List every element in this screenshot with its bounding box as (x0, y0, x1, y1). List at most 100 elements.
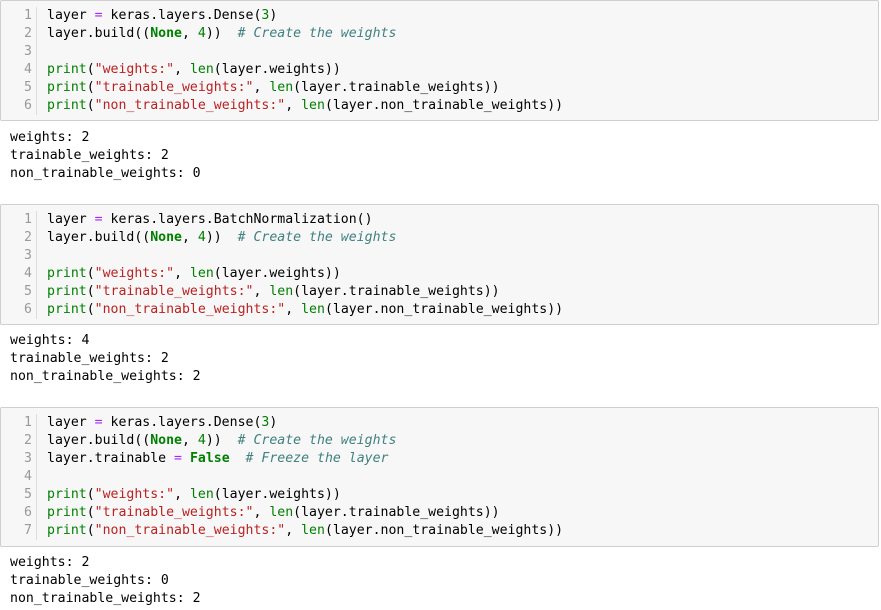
code-token: , (253, 80, 270, 95)
output-line: trainable_weights: 2 (10, 148, 169, 163)
cell-output: weights: 4 trainable_weights: 2 non_traina… (10, 332, 201, 386)
code-token: print (47, 505, 87, 520)
code-line[interactable]: 6 print("trainable_weights:", len(layer.t… (1, 504, 878, 522)
output-line: non_trainable_weights: 2 (10, 369, 201, 384)
line-number: 2 (1, 432, 37, 450)
code-token: (layer.non_trainable_weights)) (324, 302, 564, 317)
code-token: print (47, 98, 87, 113)
output-line: non_trainable_weights: 2 (10, 591, 201, 606)
code-token: len (301, 302, 325, 317)
code-line[interactable]: 6 print("non_trainable_weights:", len(lay… (1, 301, 878, 319)
code-token: (layer.trainable_weights)) (293, 505, 500, 520)
line-number: 4 (1, 468, 37, 486)
code-token: , (174, 62, 190, 77)
code-token: , (285, 523, 302, 538)
line-number: 1 (1, 7, 37, 25)
code-text: layer.trainable = False # Freeze the lay… (47, 450, 388, 468)
code-token: False (189, 451, 230, 466)
code-line[interactable]: 5 print("weights:", len(layer.weights)) (1, 486, 878, 504)
code-line[interactable]: 3 (1, 43, 878, 61)
code-line[interactable]: 7 print("non_trainable_weights:", len(lay… (1, 522, 878, 540)
code-line[interactable]: 4 print("weights:", len(layer.weights)) (1, 265, 878, 283)
code-token: "trainable_weights:" (94, 284, 254, 299)
code-token: len (269, 80, 294, 95)
code-token: "trainable_weights:" (94, 505, 254, 520)
output-line: weights: 2 (10, 130, 90, 145)
code-line[interactable]: 2 layer.build((None, 4)) # Create the wei… (1, 25, 878, 43)
code-token: = (174, 451, 182, 466)
code-token: = (94, 212, 103, 227)
code-token: None (150, 433, 182, 448)
line-number: 5 (1, 79, 37, 97)
code-line[interactable]: 4 (1, 468, 878, 486)
code-token: ( (86, 523, 95, 538)
code-token: 4 (197, 433, 206, 448)
code-line[interactable]: 4 print("weights:", len(layer.weights)) (1, 61, 878, 79)
code-line[interactable]: 5 print("trainable_weights:", len(layer.t… (1, 283, 878, 301)
code-token: # Create the weights (237, 26, 397, 41)
code-token: layer (47, 8, 95, 23)
code-line[interactable]: 2 layer.build((None, 4)) # Create the wei… (1, 432, 878, 450)
code-token: len (269, 505, 294, 520)
code-token: 4 (197, 26, 206, 41)
code-line[interactable]: 1 layer = keras.layers.BatchNormalization… (1, 211, 878, 229)
code-cell[interactable]: 1 layer = keras.layers.Dense(3) 2 layer.bui… (0, 0, 879, 121)
code-text: print("trainable_weights:", len(layer.tr… (47, 283, 500, 301)
cell-output: weights: 2 trainable_weights: 0 non_traina… (10, 554, 201, 608)
line-number: 1 (1, 211, 37, 229)
code-token: (layer.weights)) (213, 62, 341, 77)
line-number: 6 (1, 301, 37, 319)
code-token: print (47, 284, 87, 299)
code-token: print (47, 302, 87, 317)
code-token: , (174, 266, 190, 281)
code-line[interactable]: 3 layer.trainable = False # Freeze the la… (1, 450, 878, 468)
code-line[interactable]: 6 print("non_trainable_weights:", len(lay… (1, 97, 878, 115)
code-line[interactable]: 3 (1, 247, 878, 265)
code-line[interactable]: 2 layer.build((None, 4)) # Create the wei… (1, 229, 878, 247)
code-token: "non_trainable_weights:" (94, 302, 286, 317)
code-text: print("non_trainable_weights:", len(laye… (47, 301, 563, 319)
code-token: "trainable_weights:" (94, 80, 254, 95)
code-token: (layer.non_trainable_weights)) (324, 523, 564, 538)
code-text: layer.build((None, 4)) # Create the weig… (47, 432, 396, 450)
code-token: "non_trainable_weights:" (94, 523, 286, 538)
code-token: "weights:" (94, 266, 175, 281)
code-line[interactable]: 1 layer = keras.layers.Dense(3) (1, 7, 878, 25)
code-token: (layer.non_trainable_weights)) (324, 98, 564, 113)
code-token: # Create the weights (237, 433, 397, 448)
code-token: # Create the weights (237, 230, 397, 245)
code-token: ( (86, 505, 95, 520)
code-cell[interactable]: 1 layer = keras.layers.BatchNormalization… (0, 204, 879, 325)
line-number: 6 (1, 504, 37, 522)
code-token: len (301, 523, 325, 538)
code-text: layer = keras.layers.Dense(3) (47, 414, 277, 432)
code-token: )) (205, 230, 238, 245)
code-token: ) (269, 415, 278, 430)
line-number: 1 (1, 414, 37, 432)
output-line: weights: 2 (10, 555, 90, 570)
code-token: ( (86, 284, 95, 299)
code-token: print (47, 266, 87, 281)
code-token: len (269, 284, 294, 299)
line-number: 4 (1, 265, 37, 283)
code-token: )) (205, 26, 238, 41)
code-token: (layer.weights)) (213, 266, 341, 281)
code-cell[interactable]: 1 layer = keras.layers.Dense(3) 2 layer.bui… (0, 407, 879, 547)
code-token: , (253, 505, 270, 520)
code-token: layer.trainable (47, 451, 175, 466)
code-token: "weights:" (94, 62, 175, 77)
code-token: print (47, 62, 87, 77)
output-line: weights: 4 (10, 333, 90, 348)
code-text: layer.build((None, 4)) # Create the weig… (47, 25, 396, 43)
code-token: layer.build(( (47, 433, 151, 448)
code-token: 4 (197, 230, 206, 245)
code-line[interactable]: 1 layer = keras.layers.Dense(3) (1, 414, 878, 432)
code-token: print (47, 80, 87, 95)
code-token: len (189, 62, 214, 77)
code-token: keras.layers.Dense( (102, 8, 262, 23)
code-line[interactable]: 5 print("trainable_weights:", len(layer.t… (1, 79, 878, 97)
code-text: layer = keras.layers.BatchNormalization(… (47, 211, 373, 229)
code-token: , (174, 487, 190, 502)
code-token: ( (86, 80, 95, 95)
